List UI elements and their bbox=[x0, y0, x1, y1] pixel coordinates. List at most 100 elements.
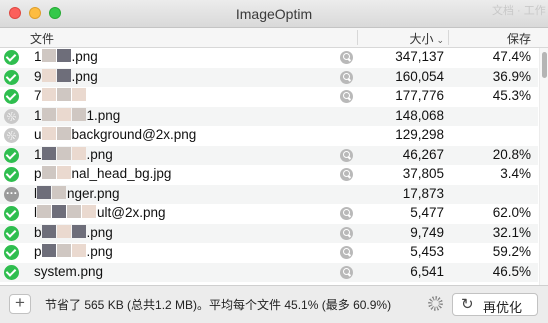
file-name-suffix: nger.png bbox=[67, 185, 120, 201]
redacted-mask bbox=[37, 205, 51, 218]
file-size: 17,873 bbox=[402, 185, 444, 201]
redacted-mask bbox=[41, 146, 56, 160]
quicklook-magnifier-icon[interactable] bbox=[340, 148, 353, 162]
file-name-suffix: .png bbox=[71, 49, 98, 64]
title-bar[interactable]: ImageOptim 文档 · 工作 bbox=[0, 0, 548, 28]
redacted-mask bbox=[82, 205, 96, 218]
reoptimize-button[interactable]: ↻ 再优化 bbox=[452, 293, 538, 316]
redacted-mask bbox=[41, 107, 56, 121]
imageoptim-window: ImageOptim 文档 · 工作 文件 大小 ⌄ 保存 1 .png 347,1… bbox=[0, 0, 548, 323]
file-size: 148,068 bbox=[395, 107, 444, 123]
file-size: 160,054 bbox=[395, 68, 444, 84]
table-row[interactable]: 1 .png 347,137 47.4% bbox=[0, 48, 538, 68]
redacted-mask bbox=[71, 107, 86, 121]
table-row[interactable]: p nal_head_bg.jpg 37,805 3.4% bbox=[0, 165, 538, 185]
file-size: 37,805 bbox=[402, 166, 444, 181]
file-name: 9 .png bbox=[34, 68, 98, 84]
table-header: 文件 大小 ⌄ 保存 bbox=[0, 28, 548, 48]
savings-summary: 节省了 565 KB (总共1.2 MB)。平均每个文件 45.1% (最多 6… bbox=[45, 298, 392, 312]
redacted-mask bbox=[56, 88, 71, 101]
status-checkmark-icon bbox=[4, 225, 19, 241]
quicklook-magnifier-icon[interactable] bbox=[340, 90, 353, 103]
file-name-prefix: b bbox=[34, 224, 42, 240]
table-row[interactable]: u background@2x.png 129,298 bbox=[0, 126, 538, 146]
status-checkmark-icon bbox=[4, 206, 19, 221]
status-progress-icon bbox=[4, 108, 19, 124]
chevron-down-icon: ⌄ bbox=[436, 35, 444, 45]
status-bar: + 节省了 565 KB (总共1.2 MB)。平均每个文件 45.1% (最多… bbox=[0, 285, 548, 323]
redacted-mask bbox=[41, 224, 56, 238]
status-checkmark-icon bbox=[4, 264, 19, 280]
redacted-mask bbox=[41, 88, 56, 101]
quicklook-magnifier-icon[interactable] bbox=[340, 246, 353, 259]
file-size: 177,776 bbox=[395, 88, 444, 103]
file-name: u background@2x.png bbox=[34, 127, 196, 142]
file-savings: 32.1% bbox=[492, 224, 531, 240]
redacted-mask bbox=[71, 244, 86, 257]
redacted-mask bbox=[71, 224, 86, 238]
status-checkmark-icon bbox=[4, 147, 19, 163]
scrollbar-thumb[interactable] bbox=[542, 52, 547, 78]
file-size: 9,749 bbox=[410, 224, 444, 240]
quicklook-magnifier-icon[interactable] bbox=[340, 168, 353, 181]
table-row[interactable]: 7 177,776 45.3% bbox=[0, 87, 538, 107]
background-window-text: 文档 · 工作 bbox=[492, 5, 546, 17]
file-name: b .png bbox=[34, 224, 113, 240]
redacted-mask bbox=[56, 49, 71, 62]
redacted-mask bbox=[56, 224, 71, 238]
file-name-suffix: .png bbox=[71, 68, 98, 84]
quicklook-magnifier-icon[interactable] bbox=[340, 70, 353, 84]
table-row[interactable]: l ult@2x.png 5,477 62.0% bbox=[0, 204, 538, 224]
file-size: 5,453 bbox=[410, 244, 444, 259]
file-savings: 36.9% bbox=[492, 68, 531, 84]
file-name-prefix: 1 bbox=[34, 49, 42, 64]
table-row[interactable]: p .png 5,453 59.2% bbox=[0, 243, 538, 263]
file-name-suffix: .png bbox=[86, 146, 113, 162]
reoptimize-label: 再优化 bbox=[483, 300, 523, 315]
file-name-prefix: u bbox=[34, 127, 42, 142]
file-savings: 46.5% bbox=[492, 263, 531, 279]
redacted-mask bbox=[41, 244, 56, 257]
redacted-mask bbox=[41, 127, 56, 140]
redacted-mask bbox=[71, 146, 86, 160]
table-row[interactable]: 1 1.png 148,068 bbox=[0, 106, 538, 126]
file-list[interactable]: 1 .png 347,137 47.4% 9 .png 160,054 36.9% … bbox=[0, 48, 538, 282]
file-name-suffix: 1.png bbox=[86, 107, 121, 123]
status-checkmark-icon bbox=[4, 50, 19, 65]
column-header-size[interactable]: 大小 ⌄ bbox=[358, 30, 448, 47]
redacted-mask bbox=[52, 205, 66, 218]
file-size: 129,298 bbox=[395, 127, 444, 142]
quicklook-magnifier-icon[interactable] bbox=[340, 226, 353, 240]
redacted-mask bbox=[41, 166, 56, 179]
redacted-mask bbox=[41, 49, 56, 62]
column-header-file[interactable]: 文件 bbox=[30, 30, 54, 47]
file-name: 1 .png bbox=[34, 49, 98, 64]
table-row[interactable]: system.png 6,541 46.5% bbox=[0, 262, 538, 282]
table-row[interactable]: 9 .png 160,054 36.9% bbox=[0, 67, 538, 87]
window-title: ImageOptim bbox=[235, 6, 313, 22]
table-row[interactable]: lnger.png 17,873 bbox=[0, 183, 538, 204]
table-row[interactable]: b .png 9,749 32.1% bbox=[0, 223, 538, 243]
table-row[interactable]: 1 .png 46,267 20.8% bbox=[0, 145, 538, 165]
redacted-mask bbox=[52, 185, 66, 199]
redacted-mask bbox=[56, 127, 71, 140]
file-name-prefix: 1 bbox=[34, 146, 42, 162]
quicklook-magnifier-icon[interactable] bbox=[340, 207, 353, 220]
file-savings: 47.4% bbox=[492, 49, 531, 64]
file-size: 5,477 bbox=[410, 205, 444, 220]
file-name-prefix: 7 bbox=[34, 88, 42, 103]
quicklook-magnifier-icon[interactable] bbox=[340, 51, 353, 64]
redacted-mask bbox=[56, 244, 71, 257]
file-name-prefix: 9 bbox=[34, 68, 42, 84]
redacted-mask bbox=[56, 146, 71, 160]
file-name: system.png bbox=[34, 264, 103, 279]
redacted-mask bbox=[56, 107, 71, 121]
quicklook-magnifier-icon[interactable] bbox=[340, 265, 353, 279]
file-name: 1 .png bbox=[34, 146, 113, 162]
add-files-button[interactable]: + bbox=[9, 294, 31, 314]
file-size: 46,267 bbox=[402, 146, 444, 162]
column-header-saved[interactable]: 保存 bbox=[449, 30, 537, 47]
redacted-mask bbox=[37, 185, 51, 199]
file-name-prefix: 1 bbox=[34, 107, 42, 123]
vertical-scrollbar[interactable] bbox=[539, 48, 548, 285]
